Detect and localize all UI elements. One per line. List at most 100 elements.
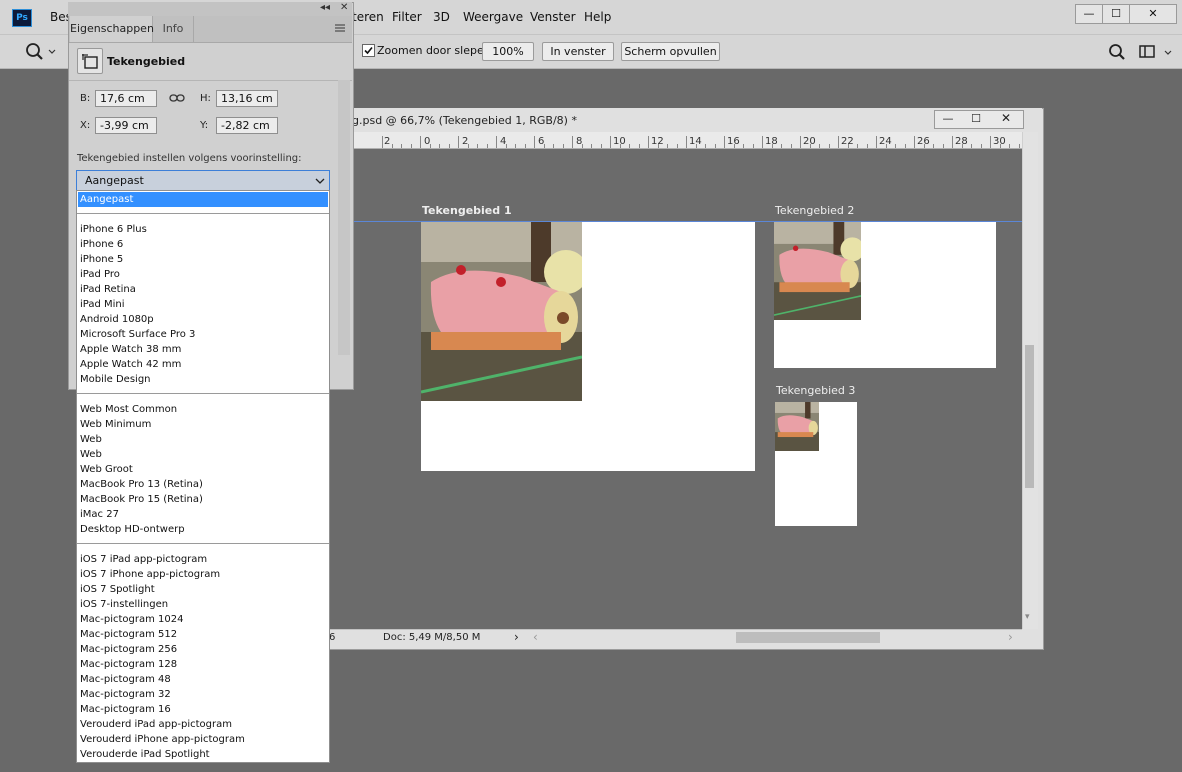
ruler-tick-line [714, 144, 716, 148]
menu-filteren-partial[interactable]: teren [352, 10, 384, 24]
dropdown-option[interactable]: Mobile Design [78, 372, 328, 387]
panel-drag-bar[interactable] [68, 2, 352, 16]
dropdown-option[interactable]: Android 1080p [78, 312, 328, 327]
menu-help[interactable]: Help [584, 10, 611, 24]
ruler-tick-line [496, 136, 497, 148]
dropdown-option-selected[interactable]: Aangepast [78, 192, 328, 207]
dropdown-option[interactable]: Desktop HD-ontwerp [78, 522, 328, 537]
scroll-right-icon[interactable]: › [1008, 630, 1013, 644]
cake-photo-3[interactable] [775, 402, 819, 451]
cake-photo-2[interactable] [774, 222, 861, 320]
artboard-3-label[interactable]: Tekengebied 3 [776, 384, 855, 397]
menu-weergave[interactable]: Weergave [463, 10, 523, 24]
search-icon[interactable] [1108, 43, 1126, 61]
dropdown-option[interactable]: Mac-pictogram 256 [78, 642, 328, 657]
dropdown-option[interactable]: iOS 7 iPhone app-pictogram [78, 567, 328, 582]
dropdown-option[interactable]: Mac-pictogram 48 [78, 672, 328, 687]
scroll-left-icon[interactable]: ‹ [533, 630, 538, 644]
artboard-2-label[interactable]: Tekengebied 2 [775, 204, 854, 217]
dropdown-option[interactable]: Apple Watch 38 mm [78, 342, 328, 357]
link-proportions-icon[interactable] [169, 92, 185, 104]
dropdown-option[interactable]: Verouderde iPad Spotlight [78, 747, 328, 762]
dropdown-option[interactable]: iPad Pro [78, 267, 328, 282]
close-panel-icon[interactable]: ✕ [340, 2, 348, 13]
ruler-tick-line [781, 144, 782, 148]
dropdown-option[interactable]: Mac-pictogram 128 [78, 657, 328, 672]
doc-minimize-button[interactable]: — [934, 110, 962, 127]
app-minimize-button[interactable]: — [1075, 4, 1103, 24]
artboard-icon [77, 48, 103, 74]
ruler-tick-line [401, 144, 402, 148]
dropdown-option[interactable]: Mac-pictogram 32 [78, 687, 328, 702]
dropdown-option[interactable]: iPhone 6 Plus [78, 222, 328, 237]
dropdown-option[interactable]: Web Groot [78, 462, 328, 477]
ruler-tick-line [676, 144, 678, 148]
dropdown-option[interactable]: Web [78, 432, 328, 447]
horizontal-scroll-thumb[interactable] [736, 632, 880, 643]
doc-maximize-button[interactable]: ☐ [962, 110, 990, 127]
dropdown-option[interactable]: iPad Mini [78, 297, 328, 312]
ruler-tick-line [790, 144, 792, 148]
vertical-scroll-thumb[interactable] [1025, 345, 1034, 488]
ruler-tick-line [629, 144, 630, 148]
menu-filter[interactable]: Filter [392, 10, 422, 24]
dropdown-option[interactable]: iMac 27 [78, 507, 328, 522]
tab-info[interactable]: Info [153, 16, 194, 42]
dropdown-option[interactable]: MacBook Pro 13 (Retina) [78, 477, 328, 492]
ruler-tick-line [914, 136, 915, 148]
app-close-button[interactable]: ✕ [1129, 4, 1177, 24]
artboard-1-label[interactable]: Tekengebied 1 [422, 204, 512, 217]
dropdown-separator [77, 543, 329, 544]
menu-3d[interactable]: 3D [433, 10, 450, 24]
dropdown-option[interactable]: Verouderd iPad app-pictogram [78, 717, 328, 732]
dropdown-option[interactable]: iPhone 6 [78, 237, 328, 252]
dropdown-option[interactable]: Microsoft Surface Pro 3 [78, 327, 328, 342]
collapse-panel-icon[interactable]: ◂◂ [320, 2, 330, 13]
ruler-tick-line [933, 144, 934, 148]
dropdown-option[interactable]: Web [78, 447, 328, 462]
menu-venster[interactable]: Venster [530, 10, 576, 24]
ruler-tick-line [923, 144, 925, 148]
photoshop-logo-icon: Ps [12, 9, 32, 27]
doc-close-button[interactable]: ✕ [990, 110, 1022, 127]
dropdown-option[interactable]: Mac-pictogram 512 [78, 627, 328, 642]
ruler-tick-line [895, 144, 896, 148]
x-field[interactable]: -3,99 cm [95, 117, 157, 134]
fill-screen-button[interactable]: Scherm opvullen [621, 42, 720, 61]
dropdown-option[interactable]: Apple Watch 42 mm [78, 357, 328, 372]
zoom-tool-icon[interactable] [24, 42, 58, 62]
preset-select[interactable]: Aangepast [76, 170, 330, 191]
dropdown-option[interactable]: Mac-pictogram 1024 [78, 612, 328, 627]
dropdown-option[interactable]: iOS 7-instellingen [78, 597, 328, 612]
panel-divider [69, 80, 352, 81]
dropdown-option[interactable]: Web Most Common [78, 402, 328, 417]
ruler-tick-line [429, 144, 431, 148]
dropdown-option[interactable]: iPhone 5 [78, 252, 328, 267]
dropdown-option[interactable]: Verouderd iPhone app-pictogram [78, 732, 328, 747]
chevron-down-icon [315, 175, 325, 184]
ruler-tick-line [591, 144, 592, 148]
workspace-switcher-icon[interactable] [1138, 43, 1176, 61]
dropdown-option[interactable]: MacBook Pro 15 (Retina) [78, 492, 328, 507]
ruler-tick-line [515, 144, 516, 148]
ruler-tick-line [733, 144, 735, 148]
dropdown-option[interactable]: iOS 7 Spotlight [78, 582, 328, 597]
scroll-down-icon[interactable]: ▾ [1025, 612, 1030, 622]
dropdown-option[interactable]: Mac-pictogram 16 [78, 702, 328, 717]
status-menu-arrow-icon[interactable]: › [514, 630, 519, 644]
y-field[interactable]: -2,82 cm [216, 117, 278, 134]
dropdown-option[interactable]: iPad Retina [78, 282, 328, 297]
cake-photo-1[interactable] [421, 222, 582, 401]
app-maximize-button[interactable]: ☐ [1102, 4, 1130, 24]
ruler-tick-line [439, 144, 440, 148]
width-field[interactable]: 17,6 cm [95, 90, 157, 107]
dropdown-option[interactable]: iOS 7 iPad app-pictogram [78, 552, 328, 567]
panel-scrollbar[interactable] [338, 80, 350, 355]
zoom-drag-checkbox[interactable] [362, 44, 375, 57]
dropdown-option[interactable]: Web Minimum [78, 417, 328, 432]
height-field[interactable]: 13,16 cm [216, 90, 278, 107]
zoom-100-button[interactable]: 100% [482, 42, 534, 61]
fit-window-button[interactable]: In venster [542, 42, 614, 61]
tab-eigenschappen[interactable]: Eigenschappen [70, 16, 154, 42]
panel-menu-icon[interactable] [334, 22, 346, 34]
